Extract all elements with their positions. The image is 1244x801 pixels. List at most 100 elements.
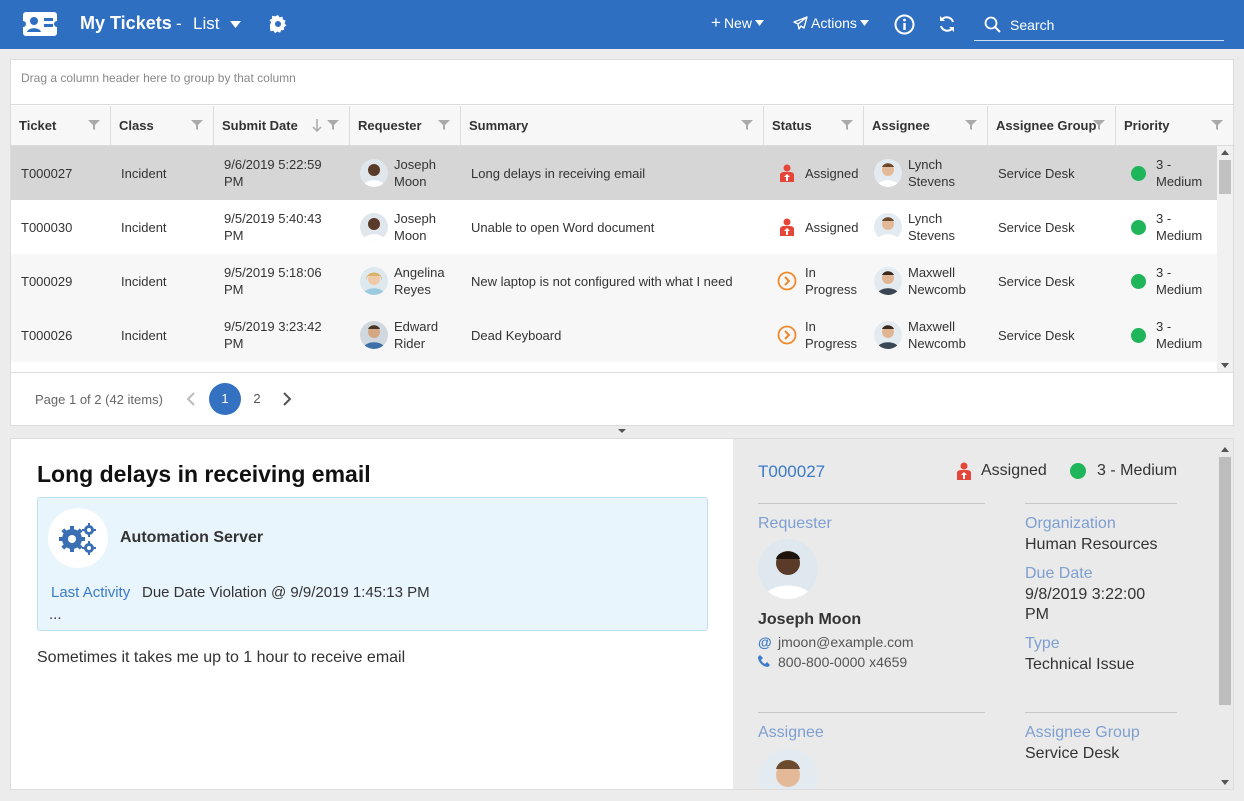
grid-header-row: Ticket Class Submit Date Requester Summa… [11, 106, 1233, 146]
filter-icon[interactable] [1093, 119, 1105, 131]
refresh-icon[interactable] [937, 14, 957, 34]
assignee-name: Lynch Stevens [908, 211, 955, 243]
divider [758, 503, 985, 504]
detail-title: Long delays in receiving email [37, 461, 371, 487]
grid-scrollbar[interactable] [1217, 146, 1233, 372]
table-row[interactable]: T000029 Incident 9/5/2019 5:18:06 PM Ang… [11, 254, 1217, 308]
sort-descending-icon[interactable] [312, 119, 322, 132]
pager-summary: Page 1 of 2 (42 items) [35, 392, 163, 407]
column-header-label: Assignee Group [996, 118, 1097, 133]
activity-author: Automation Server [120, 529, 264, 546]
scroll-thumb[interactable] [1219, 160, 1231, 194]
organization-label: Organization [1025, 515, 1116, 532]
requester-label: Requester [758, 515, 832, 532]
activity-more-link[interactable]: ... [49, 606, 62, 623]
assigned-person-icon [780, 218, 794, 236]
submit-date-cell: 9/5/2019 5:18:06 PM [224, 265, 322, 297]
page-button-1[interactable]: 1 [209, 383, 241, 415]
ticket-logo-icon[interactable] [22, 10, 58, 38]
gear-icon[interactable] [268, 14, 288, 34]
filter-icon[interactable] [327, 119, 339, 131]
chevron-left-icon[interactable] [185, 391, 197, 407]
table-row[interactable]: T000026 Incident 9/5/2019 3:23:42 PM Edw… [11, 308, 1217, 362]
summary-cell: Unable to open Word document [471, 219, 655, 235]
requester-name: Joseph Moon [394, 211, 436, 243]
filter-icon[interactable] [88, 119, 100, 131]
assignee-label: Assignee [758, 724, 824, 741]
divider [1025, 712, 1177, 713]
filter-icon[interactable] [1211, 119, 1223, 131]
summary-cell: New laptop is not configured with what I… [471, 273, 733, 289]
status-cell: Assigned [777, 146, 864, 200]
filter-icon[interactable] [841, 119, 853, 131]
column-header-summary[interactable]: Summary [461, 106, 764, 146]
splitter-handle-icon[interactable] [618, 429, 626, 433]
column-header-requester[interactable]: Requester [350, 106, 461, 146]
column-header-class[interactable]: Class [111, 106, 214, 146]
ticket-id-link[interactable]: T000027 [758, 462, 825, 482]
submit-date-cell: 9/6/2019 5:22:59 PM [224, 157, 322, 189]
scroll-up-arrow-icon[interactable] [1221, 447, 1229, 452]
status-label: In Progress [805, 265, 858, 297]
filter-icon[interactable] [965, 119, 977, 131]
new-button-label: New [723, 15, 752, 31]
filter-icon[interactable] [438, 119, 450, 131]
filter-icon[interactable] [191, 119, 203, 131]
actions-button[interactable]: Actions [793, 15, 869, 31]
column-header-priority[interactable]: Priority [1116, 106, 1233, 146]
ticket-detail-panel: Long delays in receiving email Automatio… [10, 438, 1234, 790]
scroll-down-arrow-icon[interactable] [1221, 780, 1229, 785]
due-date-value: 9/8/2019 3:22:00 PM [1025, 586, 1146, 623]
actions-button-label: Actions [811, 15, 857, 31]
requester-cell: Angelina Reyes [360, 254, 461, 308]
chevron-right-icon[interactable] [281, 391, 293, 407]
ticket-cell: T000026 [21, 327, 73, 343]
type-label: Type [1025, 635, 1060, 652]
status-label: In Progress [805, 319, 858, 351]
assignee-group-cell: Service Desk [998, 165, 1075, 181]
requester-name: Angelina Reyes [394, 265, 445, 297]
ticket-grid: Drag a column header here to group by th… [10, 59, 1234, 426]
assignee-avatar [874, 321, 902, 349]
assigned-person-icon [957, 462, 971, 480]
assignee-avatar [874, 159, 902, 187]
info-icon[interactable] [894, 14, 915, 35]
requester-email[interactable]: jmoon@example.com [778, 634, 914, 650]
filter-icon[interactable] [741, 119, 753, 131]
table-row[interactable]: T000030 Incident 9/5/2019 5:40:43 PM Jos… [11, 200, 1217, 254]
status-label: Assigned [805, 165, 859, 181]
column-header-status[interactable]: Status [764, 106, 864, 146]
search-input[interactable] [1010, 15, 1210, 35]
submit-date-cell: 9/5/2019 3:23:42 PM [224, 319, 322, 351]
class-cell: Incident [121, 165, 167, 181]
requester-phone[interactable]: 800-800-0000 x4659 [778, 654, 907, 670]
search-icon [984, 16, 1001, 33]
scroll-up-arrow-icon[interactable] [1221, 150, 1229, 155]
chevron-down-icon [859, 20, 869, 26]
table-row[interactable]: T000027 Incident 9/6/2019 5:22:59 PM Jos… [11, 146, 1217, 200]
search-box[interactable] [974, 11, 1224, 41]
ticket-cell: T000029 [21, 273, 73, 289]
priority-label: 3 - Medium [1156, 157, 1203, 189]
requester-name: Edward Rider [394, 319, 439, 351]
new-button[interactable]: + New [711, 14, 764, 31]
group-by-panel[interactable]: Drag a column header here to group by th… [11, 60, 1233, 105]
priority-dot [1131, 327, 1146, 343]
chevron-down-icon[interactable] [230, 21, 241, 28]
divider [758, 712, 985, 713]
column-header-ticket[interactable]: Ticket [11, 106, 111, 146]
column-header-label: Ticket [19, 118, 57, 133]
status-cell: In Progress [777, 254, 864, 308]
view-dropdown[interactable]: List [193, 14, 219, 34]
column-header-assignee-group[interactable]: Assignee Group [988, 106, 1116, 146]
status-label: Assigned [805, 219, 859, 235]
organization-value: Human Resources [1025, 536, 1158, 553]
column-header-assignee[interactable]: Assignee [864, 106, 988, 146]
scroll-thumb[interactable] [1219, 457, 1231, 705]
page-button-2[interactable]: 2 [247, 383, 267, 415]
column-header-submit-date[interactable]: Submit Date [214, 106, 350, 146]
detail-scrollbar[interactable] [1217, 439, 1233, 789]
scroll-down-arrow-icon[interactable] [1221, 363, 1229, 368]
ticket-description: Sometimes it takes me up to 1 hour to re… [37, 649, 406, 666]
column-header-label: Class [119, 118, 154, 133]
